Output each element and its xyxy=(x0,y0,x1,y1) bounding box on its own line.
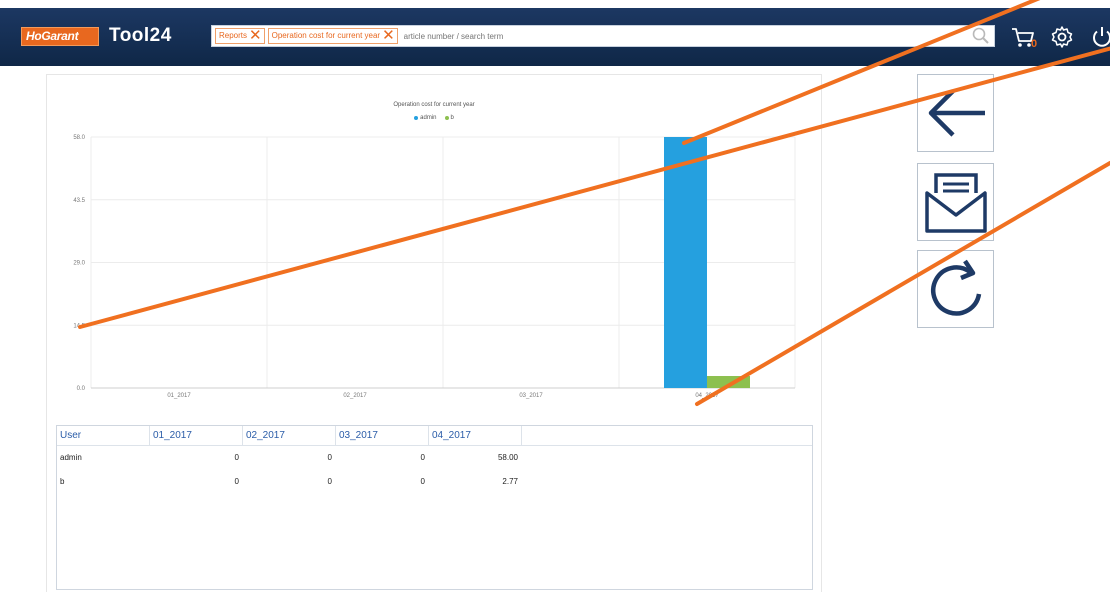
y-tick-label: 14.5 xyxy=(73,323,85,329)
search-bar: Reports ✕ Operation cost for current yea… xyxy=(211,25,995,47)
column-header[interactable]: 01_2017 xyxy=(150,426,243,446)
envelope-icon xyxy=(924,173,987,233)
x-tick-label: 03_2017 xyxy=(519,393,543,399)
header-top-strip xyxy=(0,0,1110,8)
table-header-row: User 01_2017 02_2017 03_2017 04_2017 xyxy=(57,426,812,446)
column-header[interactable]: 02_2017 xyxy=(243,426,336,446)
cart-count-badge: 0 xyxy=(1031,38,1038,50)
table-row[interactable]: b 0 0 0 2.77 xyxy=(57,470,812,494)
search-input[interactable] xyxy=(397,27,971,45)
filter-chip-operation-cost: Operation cost for current year ✕ xyxy=(267,28,398,44)
table-body: admin 0 0 0 58.00 b 0 0 0 2.77 xyxy=(57,446,812,494)
x-tick-label: 01_2017 xyxy=(167,393,191,399)
close-icon[interactable]: ✕ xyxy=(382,28,395,43)
arrow-left-icon xyxy=(928,89,985,137)
filter-chip-reports: Reports ✕ xyxy=(215,28,265,44)
close-icon[interactable]: ✕ xyxy=(249,28,262,43)
value-cell: 0 xyxy=(420,453,425,462)
value-cell: 58.00 xyxy=(497,453,518,462)
gear-icon[interactable] xyxy=(1050,25,1074,49)
value-cell: 0 xyxy=(327,453,332,462)
column-header[interactable]: 03_2017 xyxy=(336,426,429,446)
refresh-icon xyxy=(930,259,981,316)
bar-b-04_2017 xyxy=(707,376,750,388)
filter-chip-label: Reports xyxy=(219,31,248,40)
x-tick-label: 02_2017 xyxy=(343,393,367,399)
value-cell: 2.77 xyxy=(502,477,518,486)
top-navigation-bar: HoGarant Tool24 Reports ✕ Operation cost… xyxy=(0,0,1110,66)
value-cell: 0 xyxy=(234,453,239,462)
y-tick-label: 58.0 xyxy=(73,135,85,141)
user-cell: admin xyxy=(60,453,82,462)
email-button[interactable] xyxy=(917,163,994,241)
app-name: Tool24 xyxy=(109,25,172,46)
power-icon[interactable] xyxy=(1090,25,1110,49)
y-tick-label: 43.5 xyxy=(73,198,85,204)
table-row[interactable]: admin 0 0 0 58.00 xyxy=(57,446,812,470)
back-button[interactable] xyxy=(917,74,994,152)
value-cell: 0 xyxy=(420,477,425,486)
refresh-button[interactable] xyxy=(917,250,994,328)
hogarant-logo[interactable]: HoGarant xyxy=(21,27,99,46)
filter-chip-label: Operation cost for current year xyxy=(271,31,381,40)
user-cell: b xyxy=(60,477,65,486)
chart-plot-area: 0.0 14.5 29.0 43.5 58.0 01_2017 02_2017 03_2017… xyxy=(73,135,796,399)
y-tick-label: 29.0 xyxy=(73,261,85,267)
cost-table: User 01_2017 02_2017 03_2017 04_2017 admin 0 0… xyxy=(56,425,813,590)
search-icon[interactable] xyxy=(971,26,991,46)
column-header[interactable]: User xyxy=(57,426,150,446)
x-tick-label: 04_2017 xyxy=(695,393,719,399)
bar-admin-04_2017 xyxy=(664,137,707,388)
operation-cost-chart: Operation cost for current year admin b … xyxy=(46,74,822,414)
column-header[interactable]: 04_2017 xyxy=(429,426,522,446)
value-cell: 0 xyxy=(327,477,332,486)
value-cell: 0 xyxy=(234,477,239,486)
y-tick-label: 0.0 xyxy=(77,386,86,392)
